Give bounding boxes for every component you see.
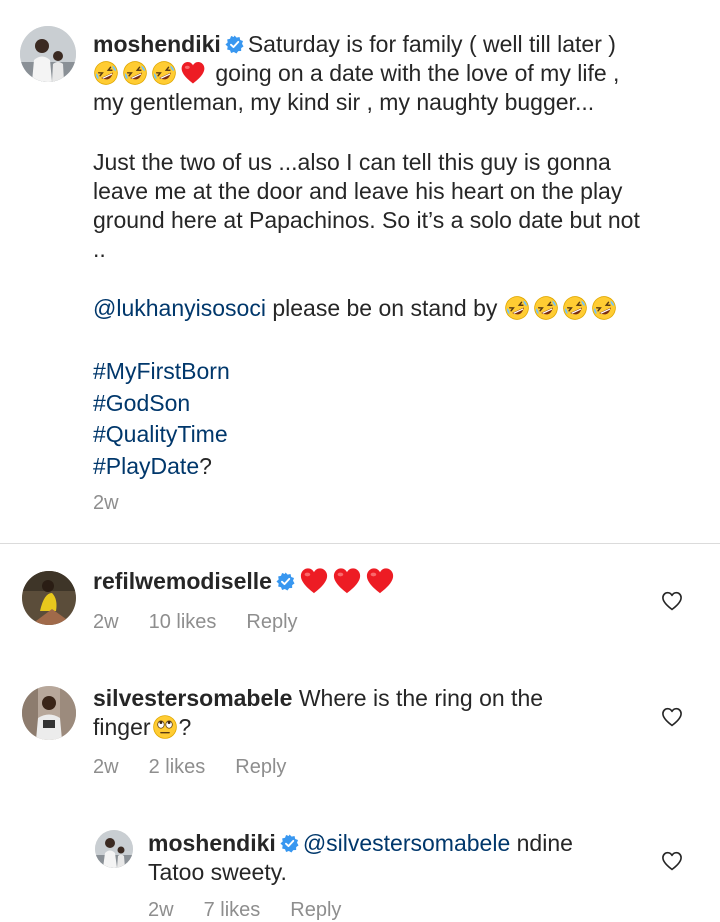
rolling-laughing-emoji xyxy=(591,295,617,321)
comment-text: moshendiki @silvestersomabele ndine Tatoo… xyxy=(148,829,648,887)
comment-text: refilwemodiselle xyxy=(93,566,398,596)
comment-username[interactable]: silvestersomabele xyxy=(93,685,292,711)
verified-badge-icon xyxy=(225,35,244,54)
like-heart-icon[interactable] xyxy=(661,707,683,727)
reply-button[interactable]: Reply xyxy=(290,899,341,921)
caption-line2: going on a date with the love of my life… xyxy=(215,60,620,86)
divider xyxy=(0,543,720,544)
rolling-laughing-emoji xyxy=(151,60,177,86)
avatar[interactable] xyxy=(95,830,133,868)
hashtags: #MyFirstBorn #GodSon #QualityTime #PlayD… xyxy=(93,356,230,482)
caption-timestamp: 2w xyxy=(93,492,139,515)
hashtag-link[interactable]: #PlayDate xyxy=(93,453,199,479)
comment-time: 2w xyxy=(93,756,119,778)
verified-badge-icon xyxy=(280,834,299,853)
comment-body: ndine xyxy=(516,830,573,856)
avatar[interactable] xyxy=(22,686,76,740)
comment-text: silvestersomabele Where is the ring on t… xyxy=(93,684,653,742)
red-heart-emoji xyxy=(299,566,329,596)
rolling-laughing-emoji xyxy=(533,295,559,321)
caption-para2-line: Just the two of us ...also I can tell th… xyxy=(93,149,611,175)
caption-text: moshendiki Saturday is for family ( well … xyxy=(93,30,703,117)
rolling-laughing-emoji xyxy=(562,295,588,321)
likes-count[interactable]: 2 likes xyxy=(149,756,206,778)
comment-body: ? xyxy=(178,714,192,740)
red-heart-emoji xyxy=(365,566,395,596)
caption-para2-line: .. xyxy=(93,236,106,262)
caption-line1: Saturday is for family ( well till later… xyxy=(247,31,616,57)
comment-meta: 2w 10 likes Reply xyxy=(93,611,318,634)
rolling-laughing-emoji xyxy=(122,60,148,86)
caption-para2-line: leave me at the door and leave his heart… xyxy=(93,178,623,204)
comment-body: Tatoo sweety. xyxy=(148,859,287,885)
mention-text: please be on stand by xyxy=(272,295,498,321)
hashtag-link[interactable]: #MyFirstBorn xyxy=(93,358,230,384)
comment-body: finger xyxy=(93,714,151,740)
comment-time: 2w xyxy=(148,899,174,921)
red-heart-emoji xyxy=(332,566,362,596)
red-heart-emoji xyxy=(180,60,206,86)
comment-username[interactable]: refilwemodiselle xyxy=(93,568,272,594)
hashtag-link[interactable]: #GodSon xyxy=(93,390,190,416)
caption-mention-line: @lukhanyisosoci please be on stand by xyxy=(93,294,708,323)
avatar[interactable] xyxy=(22,571,76,625)
rolling-laughing-emoji xyxy=(504,295,530,321)
hashtag-link[interactable]: #QualityTime xyxy=(93,421,228,447)
caption-time: 2w xyxy=(93,492,119,514)
comment-username[interactable]: moshendiki xyxy=(148,830,276,856)
likes-count[interactable]: 7 likes xyxy=(204,899,261,921)
comment-time: 2w xyxy=(93,611,119,633)
mention-link[interactable]: @silvestersomabele xyxy=(303,830,510,856)
eye-roll-emoji xyxy=(152,714,178,740)
comment-body: Where is the ring on the xyxy=(298,685,544,711)
rolling-laughing-emoji xyxy=(93,60,119,86)
caption-para2-line: ground here at Papachinos. So it’s a sol… xyxy=(93,207,640,233)
verified-badge-icon xyxy=(276,572,295,591)
like-heart-icon[interactable] xyxy=(661,591,683,611)
avatar[interactable] xyxy=(20,26,76,82)
hashtag-suffix: ? xyxy=(199,452,212,479)
comment-meta: 2w 7 likes Reply xyxy=(148,899,361,922)
likes-count[interactable]: 10 likes xyxy=(149,611,217,633)
comment-meta: 2w 2 likes Reply xyxy=(93,756,306,779)
like-heart-icon[interactable] xyxy=(661,851,683,871)
caption-paragraph-2: Just the two of us ...also I can tell th… xyxy=(93,148,708,264)
reply-button[interactable]: Reply xyxy=(246,611,297,633)
reply-button[interactable]: Reply xyxy=(235,756,286,778)
caption-username[interactable]: moshendiki xyxy=(93,31,221,57)
caption-line3: my gentleman, my kind sir , my naughty b… xyxy=(93,89,595,115)
mention-link[interactable]: @lukhanyisosoci xyxy=(93,295,266,321)
